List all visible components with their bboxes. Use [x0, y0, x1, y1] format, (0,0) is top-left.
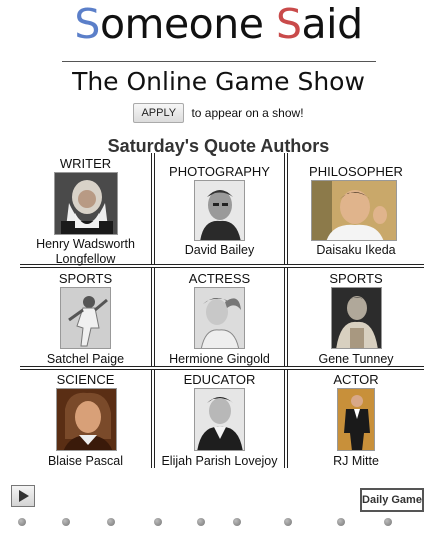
page-dot[interactable]	[62, 518, 70, 526]
author-name[interactable]: David Bailey	[155, 243, 284, 258]
apply-row: APPLY to appear on a show!	[0, 102, 437, 123]
author-name[interactable]: Blaise Pascal	[20, 454, 151, 469]
author-name[interactable]: Henry Wadsworth Longfellow	[20, 237, 151, 267]
author-photo[interactable]	[311, 180, 397, 241]
author-category: SPORTS	[58, 271, 113, 286]
author-category: WRITER	[59, 156, 112, 171]
apply-button[interactable]: APPLY	[133, 102, 185, 123]
author-card[interactable]: PHILOSOPHER Daisaku Ikeda	[288, 153, 424, 264]
author-category: ACTRESS	[188, 271, 251, 286]
author-category: SPORTS	[329, 271, 383, 286]
author-card[interactable]: ACTRESS Hermione Gingold	[155, 268, 284, 366]
page-dot[interactable]	[284, 518, 292, 526]
author-card[interactable]: SPORTS Satchel Paige	[20, 268, 151, 366]
logo-text-someone: omeone	[99, 0, 277, 48]
author-category: SCIENCE	[56, 372, 115, 387]
author-category: PHILOSOPHER	[309, 164, 403, 179]
author-photo[interactable]	[194, 180, 245, 241]
site-logo[interactable]: Someone Said	[0, 2, 437, 46]
page-dots	[0, 518, 437, 530]
apply-description: to appear on a show!	[191, 105, 304, 120]
page-dot[interactable]	[384, 518, 392, 526]
author-photo[interactable]	[331, 287, 382, 349]
author-card[interactable]: PHOTOGRAPHY David Bailey	[155, 153, 284, 264]
logo-text-said: aid	[301, 0, 364, 48]
page-dot[interactable]	[107, 518, 115, 526]
author-category: EDUCATOR	[183, 372, 256, 387]
logo-letter-s-blue: S	[74, 0, 100, 48]
author-name[interactable]: Elijah Parish Lovejoy	[155, 454, 284, 469]
page-dot[interactable]	[154, 518, 162, 526]
header-divider	[62, 61, 376, 62]
author-card[interactable]: SPORTS Gene Tunney	[288, 268, 424, 366]
author-category: PHOTOGRAPHY	[169, 164, 270, 179]
page-dot[interactable]	[18, 518, 26, 526]
author-card[interactable]: EDUCATOR Elijah Parish Lovejoy	[155, 370, 284, 468]
author-photo[interactable]	[54, 172, 118, 235]
play-button[interactable]	[11, 485, 35, 507]
author-card[interactable]: SCIENCE Blaise Pascal	[20, 370, 151, 468]
author-photo[interactable]	[194, 287, 245, 349]
author-name[interactable]: Satchel Paige	[20, 352, 151, 367]
author-photo[interactable]	[194, 388, 245, 451]
authors-grid: WRITER Henry Wadsworth Longfellow PHOTOG…	[20, 153, 424, 468]
author-photo[interactable]	[337, 388, 375, 451]
daily-game-button[interactable]: Daily Game	[360, 488, 424, 512]
author-name[interactable]: RJ Mitte	[288, 454, 424, 469]
page-dot[interactable]	[197, 518, 205, 526]
author-name[interactable]: Daisaku Ikeda	[288, 243, 424, 258]
page-subtitle: The Online Game Show	[72, 67, 365, 96]
author-name[interactable]: Gene Tunney	[288, 352, 424, 367]
author-card[interactable]: WRITER Henry Wadsworth Longfellow	[20, 153, 151, 267]
author-photo[interactable]	[56, 388, 117, 451]
page-dot[interactable]	[233, 518, 241, 526]
page-dot[interactable]	[337, 518, 345, 526]
author-card[interactable]: ACTOR RJ Mitte	[288, 370, 424, 468]
author-name[interactable]: Hermione Gingold	[155, 352, 284, 367]
author-photo[interactable]	[60, 287, 111, 349]
author-category: ACTOR	[333, 372, 379, 387]
logo-letter-s-red: S	[276, 0, 302, 48]
